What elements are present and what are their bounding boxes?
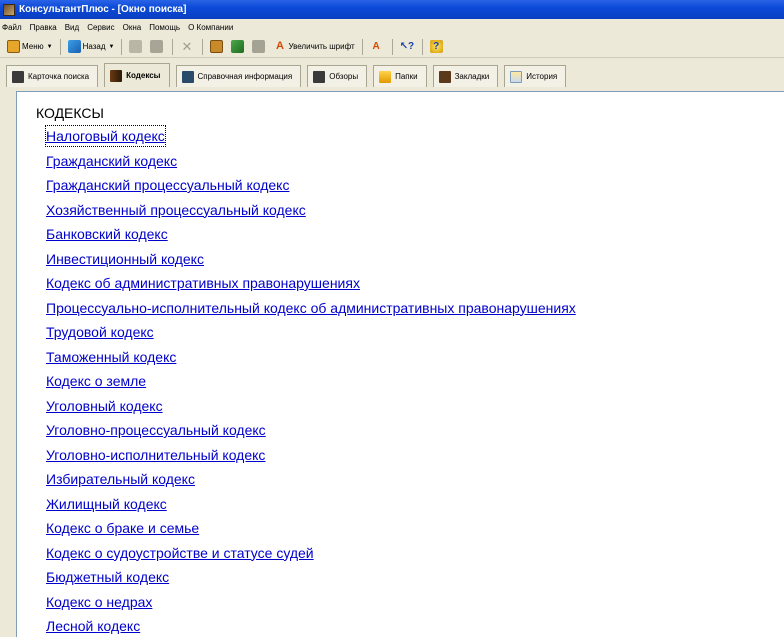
tab-label: Кодексы <box>126 71 161 80</box>
menu-button[interactable]: Меню ▼ <box>4 38 56 56</box>
menu-about[interactable]: О Компании <box>188 23 233 32</box>
back-arrow-icon <box>67 40 81 53</box>
decrease-font-button[interactable]: A <box>367 38 388 56</box>
document-button[interactable] <box>207 38 228 56</box>
context-help-button[interactable]: ↖? <box>397 38 418 56</box>
page-title: КОДЕКСЫ <box>36 105 104 121</box>
paste-icon <box>150 40 164 53</box>
tab-label: Карточка поиска <box>28 72 90 81</box>
increase-font-button[interactable]: A Увеличить шрифт <box>270 38 357 56</box>
code-link[interactable]: Жилищный кодекс <box>46 494 576 519</box>
bookmark-icon <box>438 70 451 83</box>
code-link[interactable]: Уголовный кодекс <box>46 396 576 421</box>
chevron-down-icon: ▼ <box>46 43 53 50</box>
chevron-down-icon: ▼ <box>108 43 115 50</box>
help-button[interactable]: ? <box>427 38 448 56</box>
code-link[interactable]: Уголовно-исполнительный кодекс <box>46 445 576 470</box>
back-button[interactable]: Назад ▼ <box>65 38 118 56</box>
window-title: КонсультантПлюс - [Окно поиска] <box>19 4 187 15</box>
code-link[interactable]: Таможенный кодекс <box>46 347 576 372</box>
menu-edit[interactable]: Правка <box>30 23 57 32</box>
tab-history[interactable]: История <box>504 65 567 87</box>
code-link[interactable]: Банковский кодекс <box>46 224 576 249</box>
paste-button[interactable] <box>147 38 168 56</box>
menu-button-label: Меню <box>22 42 44 51</box>
books-icon <box>110 69 123 82</box>
folder-icon <box>379 70 392 83</box>
code-link[interactable]: Кодекс о судоустройстве и статусе судей <box>46 543 576 568</box>
code-link[interactable]: Уголовно-процессуальный кодекс <box>46 420 576 445</box>
tab-label: История <box>526 72 558 81</box>
code-link[interactable]: Трудовой кодекс <box>46 322 576 347</box>
increase-font-label: Увеличить шрифт <box>288 42 355 51</box>
toolbar-separator <box>59 38 61 55</box>
toolbar-separator <box>421 38 423 55</box>
font-decrease-icon: A <box>372 41 380 52</box>
tab-reference-info[interactable]: Справочная информация <box>175 65 302 87</box>
code-link[interactable]: Процессуально-исполнительный кодекс об а… <box>46 298 576 323</box>
code-link[interactable]: Налоговый кодекс <box>45 125 166 147</box>
code-link[interactable]: Кодекс о недрах <box>46 592 576 617</box>
back-button-label: Назад <box>82 42 106 51</box>
binoculars-icon <box>12 70 24 83</box>
document-icon <box>210 40 224 53</box>
code-link[interactable]: Инвестиционный кодекс <box>46 249 576 274</box>
tab-search-card[interactable]: Карточка поиска <box>6 65 99 87</box>
tab-label: Справочная информация <box>197 72 293 81</box>
toolbar-separator <box>172 38 174 55</box>
code-link[interactable]: Гражданский процессуальный кодекс <box>46 175 576 200</box>
code-link[interactable]: Хозяйственный процессуальный кодекс <box>46 200 576 225</box>
menu-help[interactable]: Помощь <box>149 23 180 32</box>
delete-button[interactable]: ✕ <box>177 38 198 56</box>
menu-service[interactable]: Сервис <box>87 23 114 32</box>
tab-bar: Карточка поиска Кодексы Справочная инфор… <box>0 59 784 87</box>
menu-windows[interactable]: Окна <box>123 23 142 32</box>
code-link[interactable]: Бюджетный кодекс <box>46 567 576 592</box>
menu-file[interactable]: Файл <box>2 23 22 32</box>
font-increase-icon: A <box>275 40 284 52</box>
binoculars-icon <box>181 70 194 83</box>
copy-icon <box>129 40 143 53</box>
toolbar-separator <box>361 38 363 55</box>
toolbar: Меню ▼ Назад ▼ ✕ A Увеличить шрифт A ↖? … <box>0 36 784 58</box>
code-link[interactable]: Лесной кодекс <box>46 616 576 637</box>
codes-list-panel: КОДЕКСЫ Налоговый кодекс Гражданский код… <box>16 91 784 637</box>
question-arrow-icon: ↖? <box>399 41 415 52</box>
codes-list: Налоговый кодекс Гражданский кодекс Граж… <box>45 125 576 637</box>
export-button[interactable] <box>228 38 249 56</box>
help-icon: ? <box>429 40 443 53</box>
menu-icon <box>7 40 20 53</box>
history-icon <box>510 70 523 83</box>
print-button[interactable] <box>249 38 270 56</box>
tab-reviews[interactable]: Обзоры <box>307 65 368 87</box>
tab-label: Папки <box>395 72 418 81</box>
print-icon <box>252 40 266 53</box>
tab-codes[interactable]: Кодексы <box>104 63 170 87</box>
toolbar-separator <box>121 38 123 55</box>
close-icon: ✕ <box>181 39 193 54</box>
title-bar: КонсультантПлюс - [Окно поиска] <box>0 0 784 19</box>
app-icon <box>3 3 15 16</box>
code-link[interactable]: Кодекс о браке и семье <box>46 518 576 543</box>
code-link[interactable]: Кодекс об административных правонарушени… <box>46 273 576 298</box>
tab-bookmarks[interactable]: Закладки <box>432 65 499 87</box>
menu-view[interactable]: Вид <box>65 23 79 32</box>
code-link[interactable]: Кодекс о земле <box>46 371 576 396</box>
code-link[interactable]: Гражданский кодекс <box>46 151 576 176</box>
toolbar-separator <box>391 38 393 55</box>
copy-button[interactable] <box>126 38 147 56</box>
menu-bar: Файл Правка Вид Сервис Окна Помощь О Ком… <box>0 19 784 35</box>
tab-label: Закладки <box>454 72 490 81</box>
code-link[interactable]: Избирательный кодекс <box>46 469 576 494</box>
toolbar-separator <box>202 38 204 55</box>
tab-folders[interactable]: Папки <box>373 65 427 87</box>
tab-label: Обзоры <box>329 72 359 81</box>
export-icon <box>231 40 245 53</box>
binoculars-icon <box>313 70 326 83</box>
